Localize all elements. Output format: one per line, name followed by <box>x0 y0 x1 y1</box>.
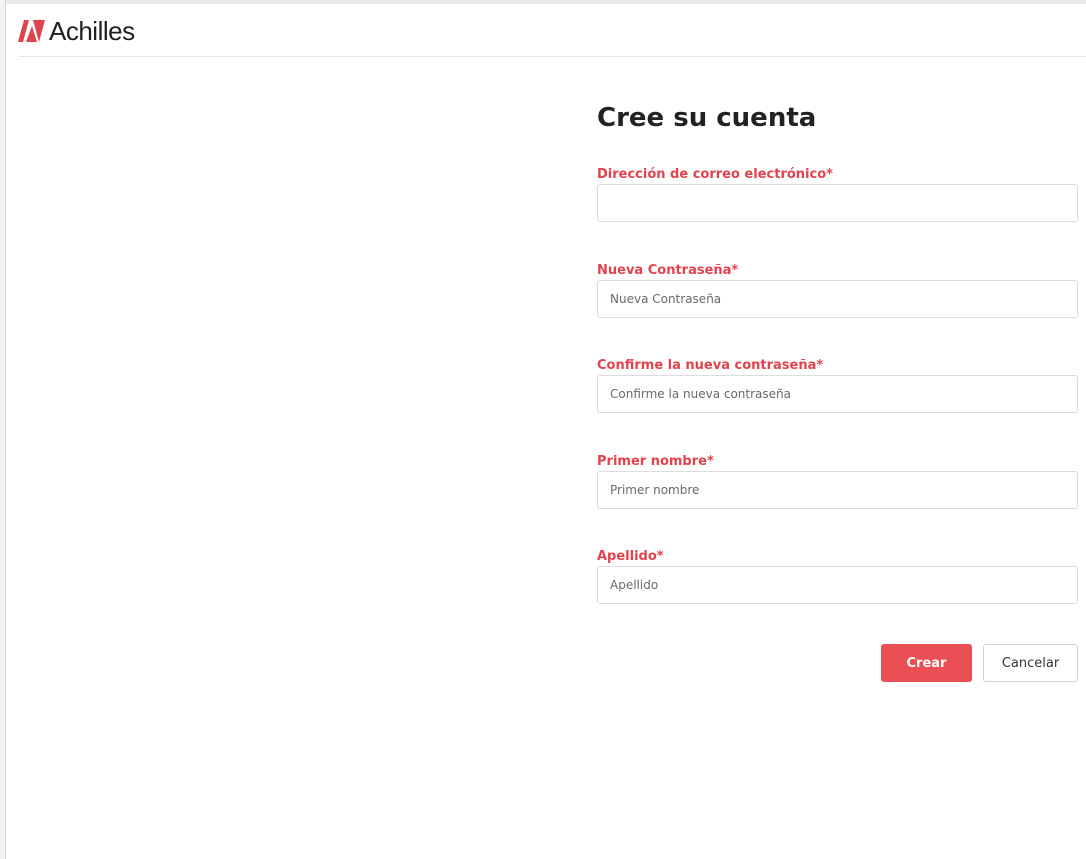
create-button[interactable]: Crear <box>881 644 972 682</box>
email-input[interactable] <box>597 184 1078 222</box>
header: Achilles <box>18 4 1086 57</box>
email-field-group: Dirección de correo electrónico* <box>597 166 1078 222</box>
new-password-input[interactable] <box>597 280 1078 318</box>
page-title: Cree su cuenta <box>597 103 817 133</box>
first-name-input[interactable] <box>597 471 1078 509</box>
logo-text: Achilles <box>49 16 135 46</box>
cancel-button[interactable]: Cancelar <box>983 644 1078 682</box>
last-name-field-group: Apellido* <box>597 548 1078 604</box>
logo[interactable]: Achilles <box>18 17 135 45</box>
window-left-border <box>0 0 6 859</box>
confirm-password-input[interactable] <box>597 375 1078 413</box>
new-password-label: Nueva Contraseña* <box>597 263 739 278</box>
email-label: Dirección de correo electrónico* <box>597 167 833 182</box>
new-password-field-group: Nueva Contraseña* <box>597 262 1078 318</box>
first-name-label: Primer nombre* <box>597 454 714 469</box>
form-actions: Crear Cancelar <box>597 644 1078 682</box>
last-name-label: Apellido* <box>597 549 664 564</box>
first-name-field-group: Primer nombre* <box>597 453 1078 509</box>
create-account-form: Cree su cuenta Dirección de correo elect… <box>597 98 1078 682</box>
confirm-password-field-group: Confirme la nueva contraseña* <box>597 357 1078 413</box>
achilles-logo-icon <box>18 20 45 42</box>
confirm-password-label: Confirme la nueva contraseña* <box>597 358 824 373</box>
page: Achilles Cree su cuenta Dirección de cor… <box>0 0 1086 859</box>
last-name-input[interactable] <box>597 566 1078 604</box>
